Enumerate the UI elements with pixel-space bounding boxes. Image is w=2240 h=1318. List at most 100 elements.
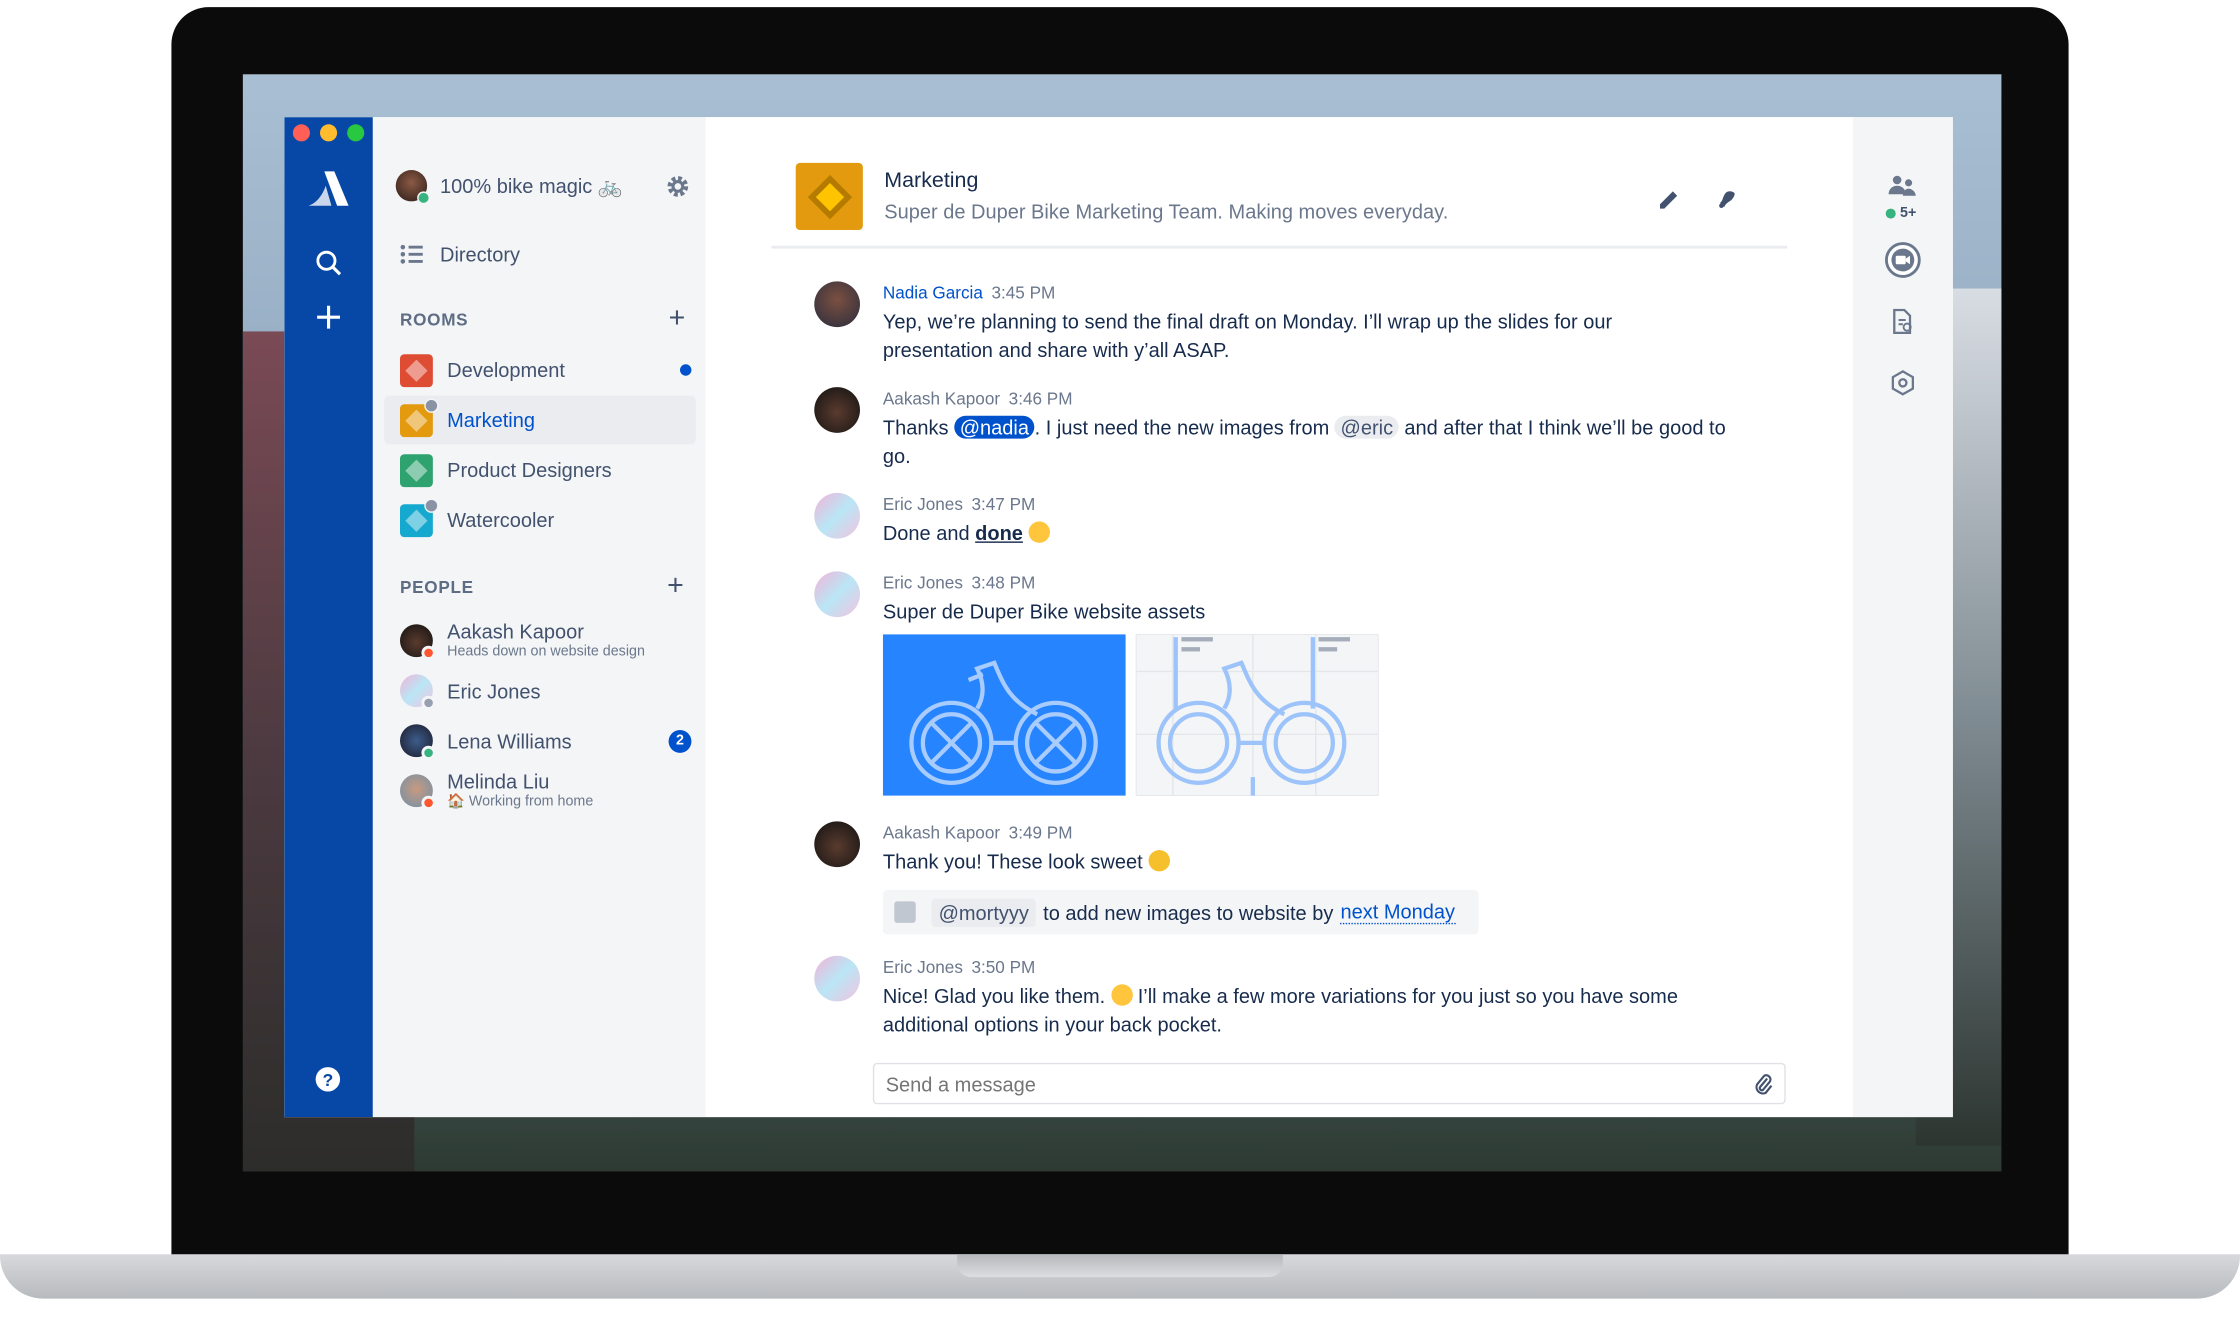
- directory-link[interactable]: Directory: [400, 243, 520, 266]
- app-logo-icon[interactable]: [306, 169, 352, 209]
- lock-icon: [424, 497, 439, 513]
- room-marketing[interactable]: Marketing: [384, 395, 696, 445]
- task-mention[interactable]: @mortyyy: [931, 897, 1037, 927]
- chat-main: Marketing Super de Duper Bike Marketing …: [705, 117, 1853, 1118]
- person-status: Heads down on website design: [447, 644, 645, 660]
- person-name: Lena Williams: [447, 729, 572, 753]
- unread-dot: [679, 364, 692, 376]
- members-online-count[interactable]: 5+: [1885, 205, 1917, 222]
- rooms-heading: ROOMS: [399, 309, 469, 330]
- image-attachment-bike-wireframe[interactable]: [1135, 634, 1379, 796]
- avatar: [399, 773, 436, 810]
- message-text: Yep, we’re planning to send the final dr…: [882, 309, 1613, 362]
- maximize-window-button[interactable]: [347, 124, 365, 142]
- room-sidebar: 5+: [1852, 117, 1953, 1118]
- avatar: [814, 571, 860, 618]
- message-author[interactable]: Eric Jones: [883, 957, 963, 977]
- person-melinda-liu[interactable]: Melinda Liu 🏠 Working from home: [399, 769, 594, 810]
- person-aakash-kapoor[interactable]: Aakash Kapoor Heads down on website desig…: [399, 620, 645, 660]
- mention-eric[interactable]: @eric: [1334, 416, 1399, 439]
- message-time: 3:48 PM: [971, 572, 1036, 593]
- people-heading: PEOPLE: [399, 577, 474, 598]
- user-avatar: [395, 169, 430, 205]
- message: Eric Jones 3:50 PM Nice! Glad you like th…: [814, 955, 1785, 1039]
- person-eric-jones[interactable]: Eric Jones: [399, 674, 541, 710]
- add-person-button[interactable]: +: [667, 571, 684, 600]
- image-attachment-bike-blue[interactable]: [882, 634, 1126, 796]
- task-due-date[interactable]: next Monday: [1340, 900, 1456, 925]
- message-text: Nice! Glad you like them.: [882, 984, 1111, 1008]
- close-window-button[interactable]: [292, 124, 310, 142]
- task-checkbox[interactable]: [894, 901, 916, 923]
- message: Aakash Kapoor 3:49 PM Thank you! These lo…: [814, 821, 1785, 935]
- message-author[interactable]: Nadia Garcia: [883, 283, 983, 303]
- message-author[interactable]: Eric Jones: [883, 573, 963, 593]
- room-icon: [399, 453, 433, 487]
- person-name: Melinda Liu: [447, 769, 550, 793]
- video-call-icon[interactable]: [1884, 241, 1921, 278]
- room-avatar-icon: [795, 162, 863, 230]
- room-name: Development: [447, 358, 565, 382]
- room-watercooler[interactable]: Watercooler: [384, 496, 695, 545]
- laptop-notch: [957, 1254, 1283, 1278]
- minimize-window-button[interactable]: [319, 124, 338, 142]
- message-author[interactable]: Aakash Kapoor: [883, 823, 1000, 843]
- edit-pencil-icon[interactable]: [1656, 186, 1682, 212]
- create-icon[interactable]: [314, 303, 343, 332]
- person-status: 🏠 Working from home: [447, 794, 594, 810]
- room-product-designers[interactable]: Product Designers: [384, 446, 695, 495]
- room-topic: Super de Duper Bike Marketing Team. Maki…: [884, 199, 1449, 223]
- attachment-paperclip-icon[interactable]: [1753, 1072, 1773, 1095]
- avatar: [814, 492, 860, 539]
- search-icon[interactable]: [314, 249, 343, 278]
- wink-emoji-icon: [1028, 521, 1050, 543]
- message-composer[interactable]: [872, 1062, 1786, 1105]
- room-icon: [399, 353, 433, 387]
- lock-icon: [424, 397, 439, 413]
- svg-text:?: ?: [322, 1070, 333, 1090]
- message-time: 3:47 PM: [971, 494, 1036, 515]
- message: Eric Jones 3:47 PM Done and done: [814, 492, 1785, 547]
- notifications-bell-icon[interactable]: [1714, 186, 1740, 212]
- presence-busy-icon: [421, 794, 436, 810]
- room-development[interactable]: Development: [384, 346, 695, 395]
- mention-nadia[interactable]: @nadia: [954, 416, 1035, 439]
- workspace-name: 100% bike magic 🚲: [439, 173, 623, 197]
- room-name: Marketing: [447, 408, 535, 432]
- message-time: 3:45 PM: [991, 282, 1056, 303]
- global-nav-rail: ?: [284, 117, 373, 1118]
- message-time: 3:46 PM: [1008, 388, 1073, 409]
- person-name: Eric Jones: [447, 679, 541, 703]
- room-icon: [399, 497, 439, 537]
- members-icon[interactable]: [1888, 174, 1918, 197]
- room-icon: [399, 397, 439, 437]
- person-lena-williams[interactable]: Lena Williams 2: [399, 724, 692, 760]
- presence-busy-icon: [421, 644, 436, 660]
- message-time: 3:49 PM: [1008, 822, 1073, 843]
- settings-gear-icon[interactable]: [666, 174, 690, 198]
- room-settings-icon[interactable]: [1884, 364, 1921, 401]
- message-text: . I just need the new images from: [1034, 415, 1335, 439]
- presence-online-icon: [421, 745, 436, 760]
- avatar: [814, 821, 860, 868]
- app-window: ? 100% bike magic 🚲 Directory ROOMS + De…: [284, 117, 1953, 1118]
- avatar: [399, 724, 436, 760]
- message-input[interactable]: [885, 1072, 1753, 1095]
- room-name: Product Designers: [447, 458, 612, 482]
- bold-text: done: [975, 521, 1023, 545]
- files-icon[interactable]: [1884, 303, 1921, 340]
- task-text: to add new images to website by: [1043, 900, 1334, 924]
- add-room-button[interactable]: +: [669, 304, 686, 333]
- room-title: Marketing: [884, 168, 979, 193]
- unread-badge: 2: [668, 729, 692, 753]
- blush-emoji-icon: [1110, 984, 1133, 1006]
- members-count: 5+: [1899, 205, 1917, 222]
- message: Aakash Kapoor 3:46 PM Thanks @nadia. I ju…: [814, 387, 1785, 470]
- help-icon[interactable]: ?: [314, 1066, 341, 1093]
- message-time: 3:50 PM: [971, 957, 1036, 978]
- message-author[interactable]: Aakash Kapoor: [883, 389, 1000, 409]
- message-author[interactable]: Eric Jones: [883, 494, 963, 514]
- workspace-header[interactable]: 100% bike magic 🚲: [395, 169, 623, 205]
- avatar: [399, 623, 436, 660]
- avatar: [814, 955, 860, 1002]
